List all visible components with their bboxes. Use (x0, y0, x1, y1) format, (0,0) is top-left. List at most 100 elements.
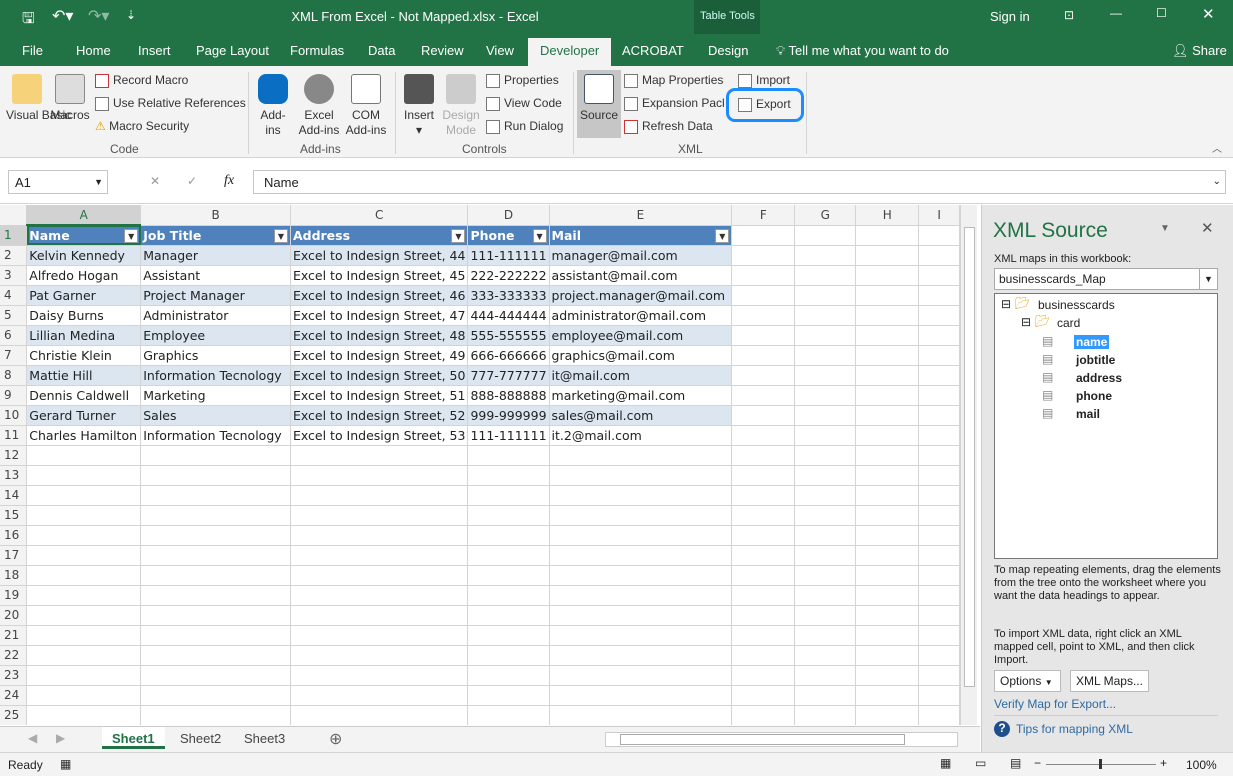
cell[interactable] (794, 685, 857, 706)
cell[interactable] (855, 625, 920, 646)
cell[interactable] (731, 245, 796, 266)
refresh-data-button[interactable]: Refresh Data (624, 119, 713, 134)
tree-card[interactable]: card (1057, 316, 1080, 330)
vertical-scrollbar[interactable] (960, 205, 977, 725)
cell[interactable] (731, 305, 796, 326)
cell[interactable]: Sales (140, 405, 291, 426)
cell[interactable] (26, 665, 142, 686)
cell[interactable]: Daisy Burns (26, 305, 142, 326)
page-layout-view-icon[interactable]: ▭ (975, 756, 986, 770)
zoom-out-icon[interactable]: − (1034, 756, 1041, 770)
export-button[interactable]: Export (726, 88, 804, 122)
cell[interactable] (794, 345, 857, 366)
cell[interactable] (549, 625, 733, 646)
cell[interactable] (467, 445, 550, 466)
cell[interactable] (794, 305, 857, 326)
cell[interactable]: Excel to Indesign Street, 49 (290, 345, 469, 366)
cell[interactable]: Alfredo Hogan (26, 265, 142, 286)
close-pane-icon[interactable]: ✕ (1201, 219, 1214, 237)
cell[interactable] (731, 325, 796, 346)
cell[interactable] (290, 705, 469, 725)
cell[interactable]: 111-111111 (467, 245, 550, 266)
cell[interactable] (467, 685, 550, 706)
cell[interactable] (731, 525, 796, 546)
column-header-b[interactable]: B (140, 205, 291, 226)
cell[interactable] (549, 565, 733, 586)
cell[interactable]: Assistant (140, 265, 291, 286)
cell[interactable] (140, 625, 291, 646)
insert-function-button[interactable]: fx (224, 173, 234, 189)
macro-record-icon[interactable]: ▦ (60, 757, 71, 771)
cell[interactable]: Excel to Indesign Street, 46 (290, 285, 469, 306)
cell[interactable] (140, 465, 291, 486)
macros-button[interactable]: Macros (50, 74, 90, 123)
options-button[interactable]: Options ▼ (994, 670, 1061, 692)
collapse-icon[interactable]: ⊟ (1001, 297, 1011, 311)
cell[interactable]: Manager (140, 245, 291, 266)
cell[interactable] (731, 265, 796, 286)
cell[interactable] (26, 585, 142, 606)
xml-map-select[interactable]: businesscards_Map ▼ (994, 268, 1218, 290)
cell[interactable]: 777-777777 (467, 365, 550, 386)
cell[interactable] (855, 665, 920, 686)
cell[interactable] (794, 485, 857, 506)
table-header-cell[interactable]: Phone ▼ (467, 225, 550, 246)
cell[interactable] (855, 265, 920, 286)
cell[interactable] (918, 225, 960, 246)
page-break-view-icon[interactable]: ▤ (1010, 756, 1021, 770)
cell[interactable] (549, 485, 733, 506)
cell[interactable] (918, 245, 960, 266)
tab-acrobat[interactable]: ACROBAT (622, 43, 684, 58)
tips-link[interactable]: Tips for mapping XML (1016, 722, 1133, 736)
cell[interactable] (918, 365, 960, 386)
row-header-1[interactable]: 1 (0, 225, 28, 246)
cell[interactable] (731, 605, 796, 626)
cell[interactable] (26, 645, 142, 666)
row-header-2[interactable]: 2 (0, 245, 28, 266)
design-mode-button[interactable]: Design Mode (440, 74, 482, 138)
filter-dropdown-icon[interactable]: ▼ (532, 228, 547, 243)
cell[interactable] (918, 625, 960, 646)
cell[interactable] (26, 485, 142, 506)
cell[interactable] (290, 685, 469, 706)
cell[interactable] (140, 525, 291, 546)
excel-add-ins-button[interactable]: Excel Add-ins (296, 74, 342, 138)
cell[interactable] (794, 625, 857, 646)
verify-map-link[interactable]: Verify Map for Export... (994, 697, 1116, 711)
cell[interactable] (918, 565, 960, 586)
cell[interactable] (26, 445, 142, 466)
cell[interactable] (549, 665, 733, 686)
cell[interactable] (290, 625, 469, 646)
cell[interactable] (918, 505, 960, 526)
cell[interactable]: Charles Hamilton (26, 425, 142, 446)
cell[interactable] (918, 265, 960, 286)
row-header-14[interactable]: 14 (0, 485, 28, 506)
sheet-tab-sheet3[interactable]: Sheet3 (234, 727, 295, 749)
cell[interactable] (918, 485, 960, 506)
tree-element-phone[interactable]: phone (1074, 389, 1114, 403)
cell[interactable]: Excel to Indesign Street, 52 (290, 405, 469, 426)
cell[interactable] (855, 705, 920, 725)
filter-dropdown-icon[interactable]: ▼ (124, 229, 139, 243)
column-header-i[interactable]: I (918, 205, 960, 226)
cell[interactable] (794, 265, 857, 286)
use-relative-references-button[interactable]: Use Relative References (95, 96, 246, 111)
cell[interactable] (140, 665, 291, 686)
cell[interactable] (549, 705, 733, 725)
sheet-tab-sheet1[interactable]: Sheet1 (102, 727, 165, 749)
tree-element-address[interactable]: address (1074, 371, 1124, 385)
cell[interactable] (731, 485, 796, 506)
column-header-a[interactable]: A (26, 205, 142, 226)
zoom-level[interactable]: 100% (1186, 758, 1217, 772)
cell[interactable] (918, 305, 960, 326)
cell[interactable] (26, 505, 142, 526)
row-header-22[interactable]: 22 (0, 645, 28, 666)
cell[interactable]: 444-444444 (467, 305, 550, 326)
row-header-11[interactable]: 11 (0, 425, 28, 446)
cell[interactable]: Project Manager (140, 285, 291, 306)
tab-view[interactable]: View (486, 43, 514, 58)
cell[interactable] (731, 505, 796, 526)
cell[interactable] (855, 345, 920, 366)
cell[interactable] (794, 225, 857, 246)
cell[interactable]: employee@mail.com (549, 325, 733, 346)
